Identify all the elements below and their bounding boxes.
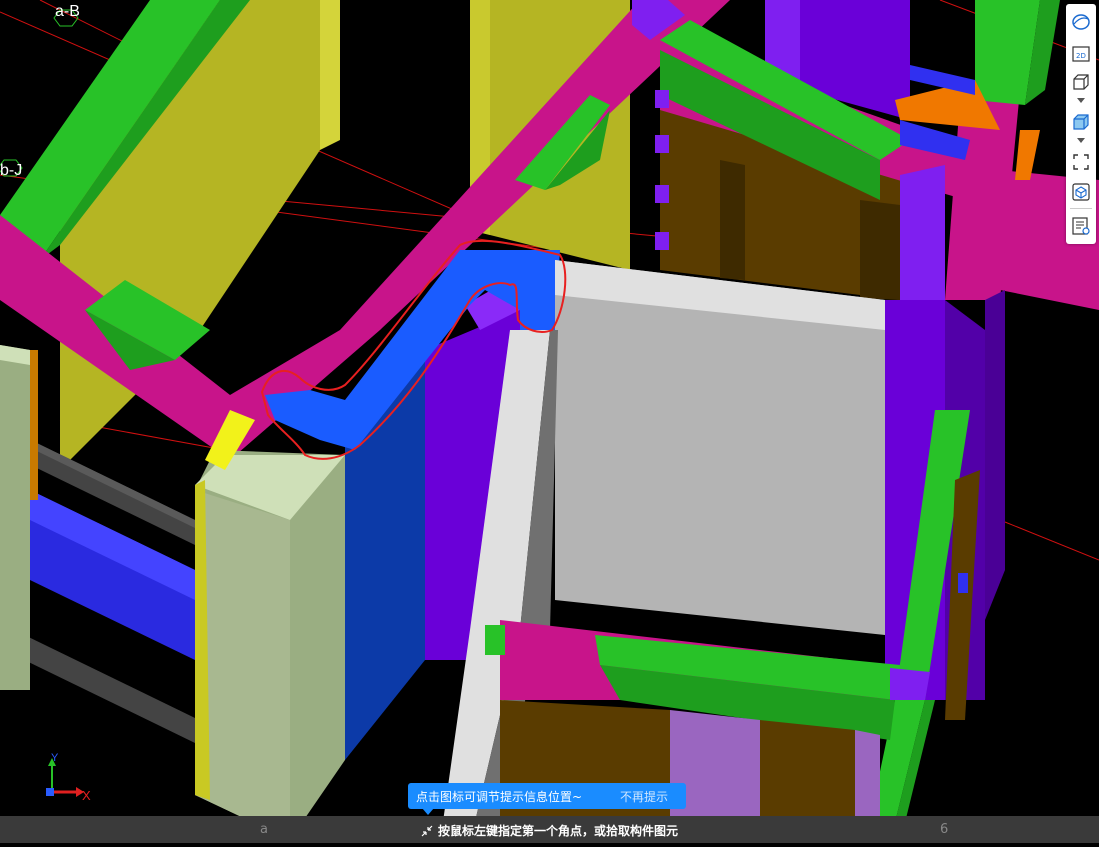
x-axis-label: X <box>82 788 91 803</box>
grid-label-a-b: a-B <box>55 3 80 20</box>
tip-arrow <box>422 808 434 815</box>
view-toolbar: 2D <box>1066 4 1096 244</box>
3d-model-scene[interactable] <box>0 0 1099 843</box>
3d-model-viewport[interactable] <box>0 0 1099 843</box>
tip-popup[interactable]: 点击图标可调节提示信息位置~ 不再提示 <box>408 783 686 809</box>
display-settings-icon[interactable] <box>1069 214 1093 238</box>
toolbar-divider <box>1070 208 1092 209</box>
axis-triad: Y X <box>38 752 98 804</box>
fullscreen-icon[interactable] <box>1069 150 1093 174</box>
command-prompt: 按鼠标左键指定第一个角点，或拾取构件图元 <box>420 822 678 839</box>
svg-text:2D: 2D <box>1076 52 1086 60</box>
tip-message: 点击图标可调节提示信息位置~ <box>416 789 583 804</box>
3d-view-icon[interactable] <box>1069 70 1093 94</box>
chevron-down-icon[interactable] <box>1076 98 1086 106</box>
chevron-down-icon[interactable] <box>1076 138 1086 146</box>
dynamic-observe-icon[interactable] <box>1069 10 1093 34</box>
status-ghost-label-right: 6 <box>940 822 949 837</box>
grid-label-b-j: b-J <box>0 162 23 179</box>
command-status-bar: a 6 按鼠标左键指定第一个角点，或拾取构件图元 <box>0 816 1099 843</box>
collapse-arrows-icon[interactable] <box>420 824 434 838</box>
y-axis-label: Y <box>51 752 59 764</box>
command-prompt-text: 按鼠标左键指定第一个角点，或拾取构件图元 <box>438 824 679 838</box>
status-ghost-label-left: a <box>260 822 268 837</box>
component-view-icon[interactable] <box>1069 180 1093 204</box>
2d-view-icon[interactable]: 2D <box>1069 42 1093 66</box>
shaded-view-icon[interactable] <box>1069 110 1093 134</box>
dont-show-again-link[interactable]: 不再提示 <box>620 788 668 805</box>
